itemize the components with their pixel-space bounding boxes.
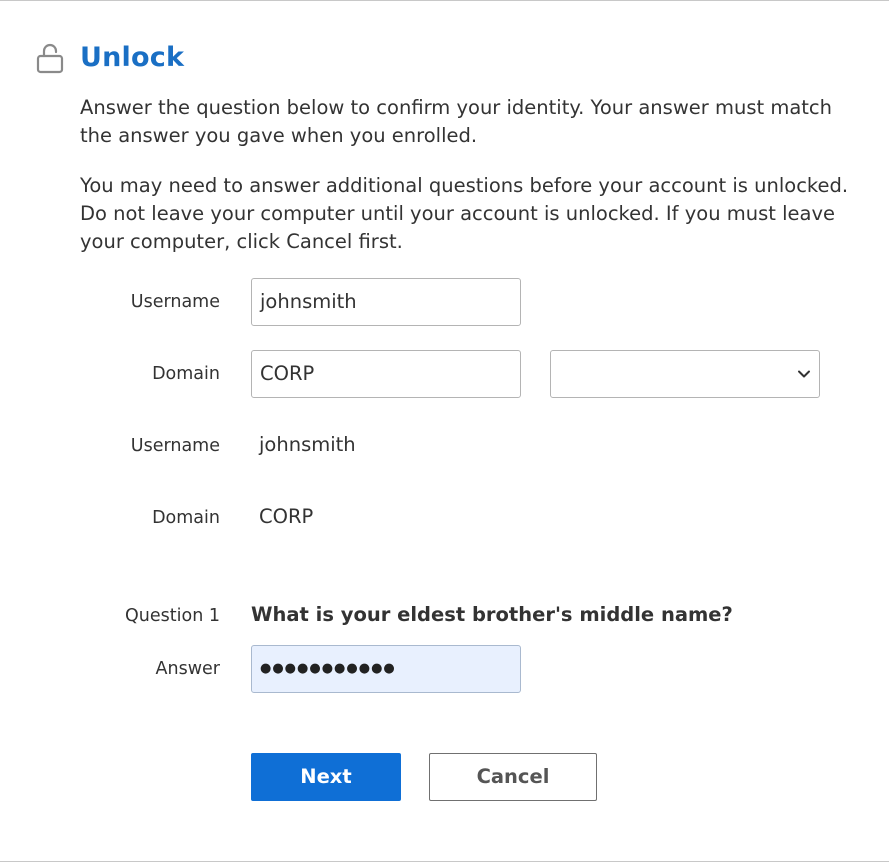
summary-domain-label: Domain: [152, 508, 220, 528]
answer-label: Answer: [155, 659, 220, 679]
chevron-down-icon: [798, 370, 810, 378]
summary-username-label: Username: [130, 436, 220, 456]
summary-username-value: johnsmith: [259, 433, 356, 456]
domain-label: Domain: [152, 364, 220, 384]
page-title: Unlock: [80, 42, 185, 73]
next-button[interactable]: Next: [251, 753, 401, 801]
username-field[interactable]: johnsmith: [251, 278, 521, 326]
cancel-button[interactable]: Cancel: [429, 753, 597, 801]
domain-field[interactable]: CORP: [251, 350, 521, 398]
answer-field[interactable]: ●●●●●●●●●●●: [251, 645, 521, 693]
question-text: What is your eldest brother's middle nam…: [251, 603, 733, 626]
domain-select[interactable]: [550, 350, 820, 398]
question-label: Question 1: [125, 606, 220, 626]
unlock-icon: [36, 43, 64, 74]
instructions-paragraph-2: You may need to answer additional questi…: [80, 174, 849, 253]
instructions-paragraph-1: Answer the question below to confirm you…: [80, 96, 833, 147]
username-label: Username: [130, 292, 220, 312]
summary-domain-value: CORP: [259, 505, 314, 528]
